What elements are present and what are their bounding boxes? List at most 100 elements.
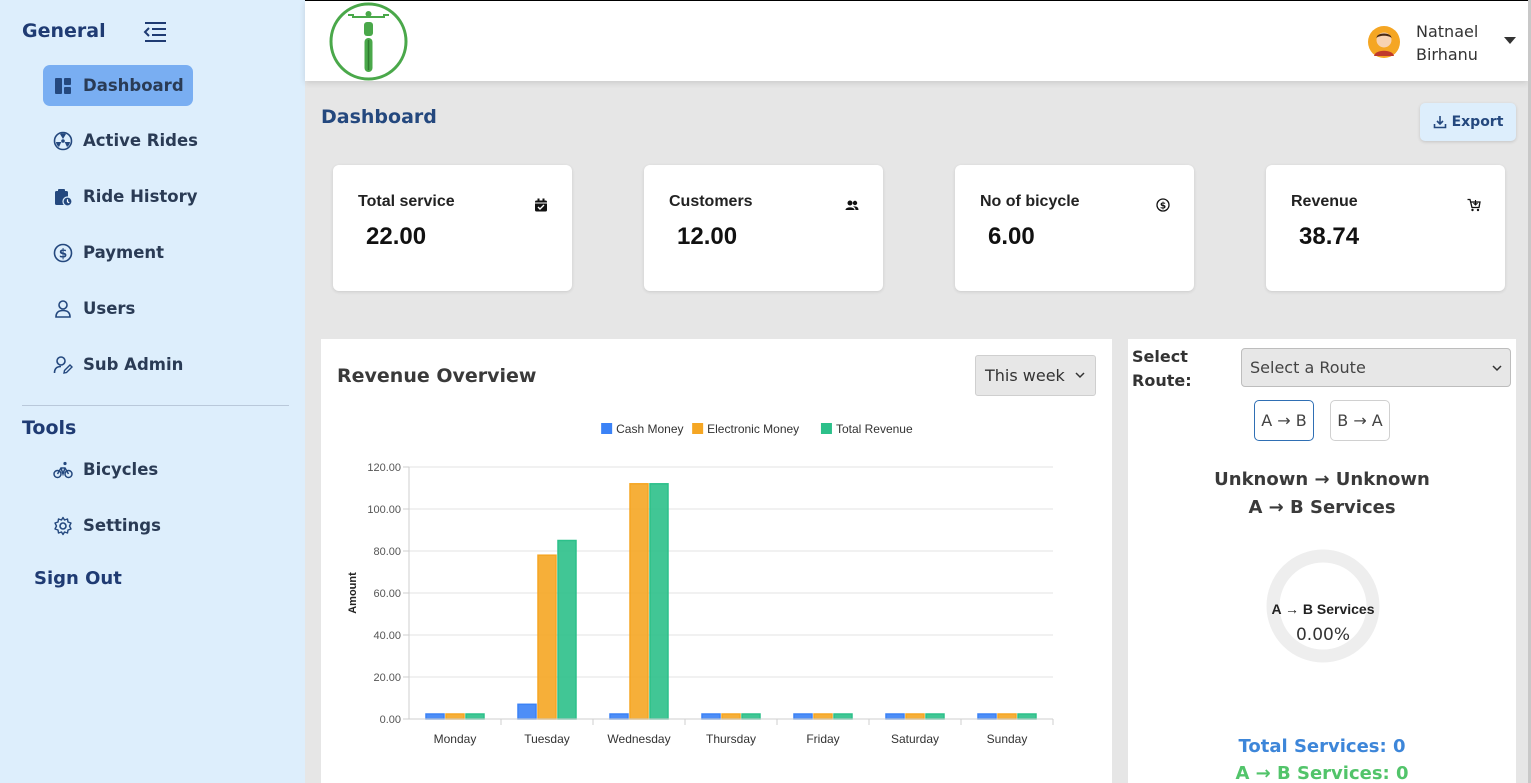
direction-ba-button[interactable]: B → A [1330, 400, 1390, 441]
user-name[interactable]: Natnael Birhanu [1416, 20, 1478, 66]
bar-cash-money [977, 713, 997, 720]
sidebar-item-users[interactable]: Users [43, 288, 144, 329]
bar-total-revenue [649, 483, 669, 720]
sidebar-item-dashboard[interactable]: Dashboard [43, 65, 193, 106]
clipboard-clock-icon [53, 187, 73, 207]
stat-card-customers: Customers 12.00 [644, 165, 883, 291]
sign-out-link[interactable]: Sign Out [34, 568, 122, 589]
revenue-chart: 0.00 20.00 40.00 60.00 80.00 100.00 120.00 Amou… [347, 422, 1054, 746]
stat-value: 12.00 [677, 223, 738, 250]
sidebar-item-ride-history[interactable]: Ride History [43, 176, 207, 217]
sidebar-item-payment[interactable]: $ Payment [43, 232, 173, 273]
bicycle-icon [53, 460, 73, 480]
x-tick-label: Friday [806, 732, 839, 746]
chevron-down-icon [1492, 365, 1502, 372]
dollar-circle-icon: $ [53, 243, 73, 263]
stat-label: No of bicycle [980, 193, 1080, 210]
stat-card-total-service: Total service 22.00 [333, 165, 572, 291]
bar-electronic-money [629, 483, 649, 720]
user-edit-icon [53, 355, 73, 375]
user-last-name: Birhanu [1416, 45, 1478, 64]
bar-electronic-money [997, 713, 1017, 720]
gear-icon [53, 516, 73, 536]
route-select-value: Select a Route [1250, 358, 1366, 377]
sidebar-item-label: Ride History [83, 187, 198, 206]
sidebar-item-bicycles[interactable]: Bicycles [43, 449, 167, 490]
svg-text:$: $ [1160, 202, 1166, 212]
stat-value: 22.00 [366, 223, 427, 250]
download-icon [1433, 116, 1446, 129]
user-icon [53, 299, 73, 319]
bar-cash-money [885, 713, 905, 720]
bar-total-revenue [557, 539, 577, 720]
sidebar: General Dashboard Active Rides Ride Hist… [0, 0, 305, 783]
sidebar-item-label: Dashboard [83, 76, 184, 95]
svg-text:$: $ [59, 246, 67, 260]
sidebar-item-label: Sub Admin [83, 355, 184, 374]
stat-label: Customers [669, 193, 753, 210]
y-tick-label: 0.00 [380, 714, 401, 726]
route-heading: Unknown → Unknown [1214, 469, 1430, 490]
donut-value: 0.00% [1295, 625, 1350, 645]
bar-cash-money [609, 713, 629, 720]
bar-total-revenue [833, 713, 853, 720]
direction-ab-button[interactable]: A → B [1254, 400, 1314, 441]
sidebar-divider [22, 405, 289, 406]
stat-card-bicycles: No of bicycle $ 6.00 [955, 165, 1194, 291]
y-tick-label: 20.00 [373, 672, 401, 684]
legend-label: Total Revenue [836, 422, 913, 436]
radiation-icon [53, 131, 73, 151]
sidebar-item-label: Settings [83, 516, 161, 535]
stat-label: Total service [358, 193, 455, 210]
route-select[interactable]: Select a Route [1241, 348, 1511, 387]
x-tick-label: Sunday [987, 732, 1028, 746]
x-tick-label: Tuesday [524, 732, 570, 746]
stat-label: Revenue [1291, 193, 1358, 210]
revenue-overview-panel: Revenue Overview This week 0.00 20.00 40.0… [321, 339, 1112, 783]
bar-total-revenue [741, 713, 761, 720]
page-title: Dashboard [321, 106, 437, 128]
stat-card-revenue: Revenue 38.74 [1266, 165, 1505, 291]
bar-total-revenue [1017, 713, 1037, 720]
sidebar-item-label: Users [83, 299, 136, 318]
legend-swatch [692, 423, 704, 434]
users-icon [845, 200, 859, 210]
section-general-heading: General [22, 20, 106, 42]
y-axis-label: Amount [347, 572, 359, 614]
bicycle-logo-icon[interactable] [328, 2, 409, 81]
export-button[interactable]: Export [1420, 103, 1516, 141]
total-services: Total Services: 0 [1238, 736, 1406, 757]
bar-cash-money [701, 713, 721, 720]
bar-electronic-money [537, 554, 557, 720]
sidebar-item-sub-admin[interactable]: Sub Admin [43, 344, 192, 385]
user-avatar-icon[interactable] [1368, 26, 1400, 58]
ab-services: A → B Services: 0 [1235, 763, 1409, 783]
legend-swatch [820, 423, 832, 434]
bar-cash-money [517, 703, 537, 720]
sidebar-item-label: Active Rides [83, 131, 198, 150]
bar-total-revenue [925, 713, 945, 720]
cart-icon [1467, 198, 1481, 212]
x-tick-label: Saturday [891, 732, 939, 746]
chevron-down-icon[interactable] [1503, 35, 1517, 45]
x-tick-label: Wednesday [607, 732, 670, 746]
sidebar-item-label: Bicycles [83, 460, 159, 479]
legend-label: Cash Money [616, 422, 683, 436]
sidebar-item-label: Payment [83, 243, 165, 262]
export-label: Export [1451, 114, 1504, 130]
bar-cash-money [793, 713, 813, 720]
legend-swatch [601, 423, 613, 434]
sidebar-item-active-rides[interactable]: Active Rides [43, 120, 207, 161]
section-tools-heading: Tools [22, 417, 77, 439]
y-tick-label: 120.00 [367, 462, 401, 474]
y-tick-label: 100.00 [367, 504, 401, 516]
y-tick-label: 80.00 [373, 546, 401, 558]
dashboard-icon [53, 76, 73, 96]
bar-cash-money [425, 713, 445, 720]
bar-electronic-money [905, 713, 925, 720]
bar-electronic-money [813, 713, 833, 720]
collapse-menu-icon[interactable] [142, 20, 168, 44]
route-subheading: A → B Services [1248, 497, 1396, 518]
sidebar-item-settings[interactable]: Settings [43, 505, 170, 546]
bar-electronic-money [721, 713, 741, 720]
